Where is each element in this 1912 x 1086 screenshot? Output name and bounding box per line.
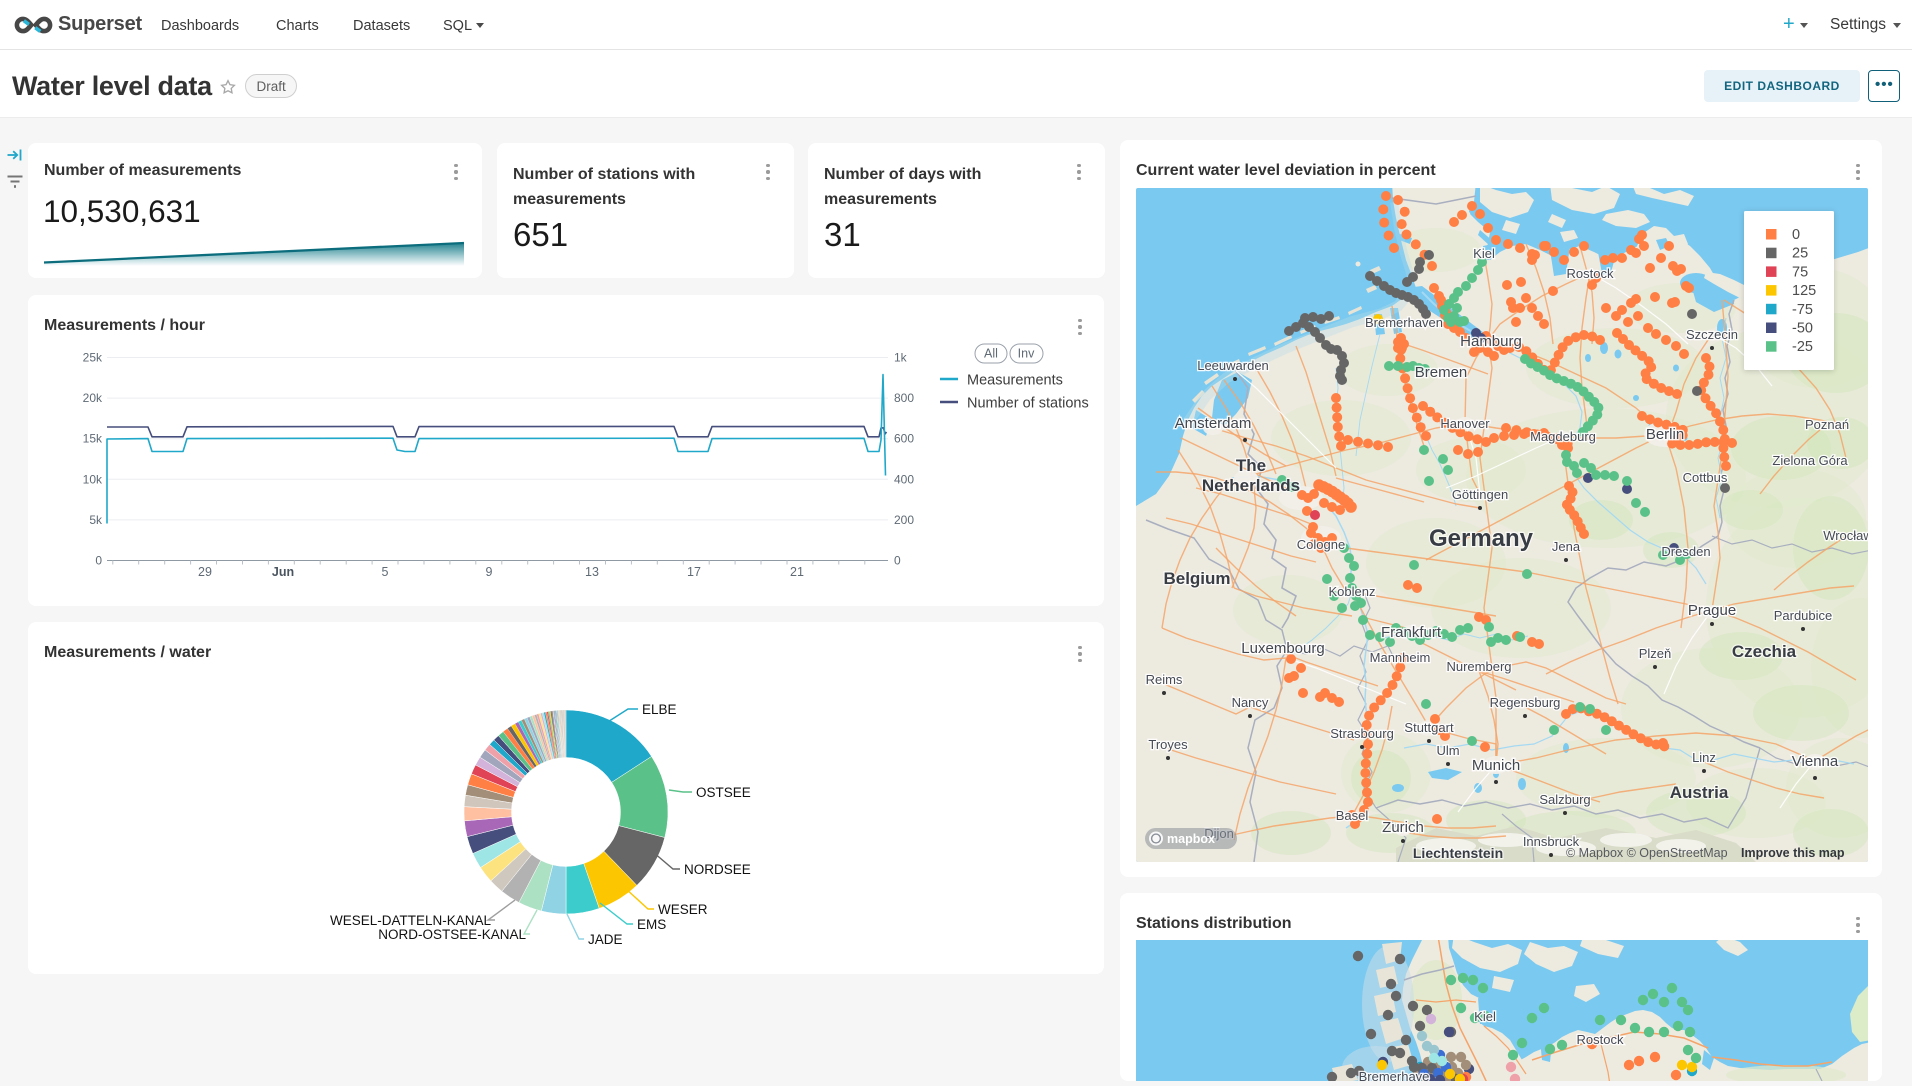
svg-text:WESEL-DATTELN-KANAL: WESEL-DATTELN-KANAL bbox=[330, 913, 492, 928]
svg-text:400: 400 bbox=[894, 472, 914, 486]
svg-text:mapbox: mapbox bbox=[1167, 832, 1215, 846]
svg-text:10k: 10k bbox=[83, 472, 103, 486]
svg-text:0: 0 bbox=[1792, 227, 1800, 243]
svg-text:Frankfurt: Frankfurt bbox=[1381, 624, 1442, 641]
svg-text:Measurements: Measurements bbox=[967, 373, 1063, 389]
svg-text:All: All bbox=[984, 347, 998, 361]
svg-text:Nancy: Nancy bbox=[1232, 695, 1269, 710]
svg-text:JADE: JADE bbox=[588, 932, 623, 947]
svg-text:13: 13 bbox=[585, 565, 599, 579]
svg-text:Belgium: Belgium bbox=[1163, 569, 1230, 588]
svg-text:Stuttgart: Stuttgart bbox=[1404, 720, 1454, 735]
svg-text:29: 29 bbox=[198, 565, 212, 579]
svg-text:Rostock: Rostock bbox=[1567, 266, 1614, 281]
svg-text:5: 5 bbox=[382, 565, 389, 579]
svg-text:Mannheim: Mannheim bbox=[1370, 650, 1431, 665]
svg-text:Bremerhave: Bremerhave bbox=[1359, 1069, 1430, 1081]
svg-text:Salzburg: Salzburg bbox=[1539, 792, 1590, 807]
svg-text:0: 0 bbox=[894, 554, 901, 568]
svg-text:800: 800 bbox=[894, 391, 914, 405]
svg-text:Jena: Jena bbox=[1552, 539, 1581, 554]
svg-text:Vienna: Vienna bbox=[1792, 753, 1839, 770]
svg-text:Poznań: Poznań bbox=[1805, 417, 1849, 432]
svg-text:Inv: Inv bbox=[1018, 347, 1035, 361]
svg-text:-25: -25 bbox=[1792, 339, 1813, 355]
svg-text:Regensburg: Regensburg bbox=[1490, 695, 1561, 710]
svg-text:1k: 1k bbox=[894, 351, 908, 365]
svg-text:125: 125 bbox=[1792, 283, 1816, 299]
svg-text:Zielona Góra: Zielona Góra bbox=[1772, 453, 1848, 468]
svg-text:OSTSEE: OSTSEE bbox=[696, 785, 751, 800]
svg-text:Troyes: Troyes bbox=[1148, 737, 1188, 752]
svg-text:75: 75 bbox=[1792, 264, 1808, 280]
svg-text:15k: 15k bbox=[83, 432, 103, 446]
svg-text:Berlin: Berlin bbox=[1646, 426, 1684, 443]
svg-text:Austria: Austria bbox=[1670, 783, 1729, 802]
svg-text:21: 21 bbox=[790, 565, 804, 579]
svg-text:Zurich: Zurich bbox=[1382, 819, 1424, 836]
svg-text:Amsterdam: Amsterdam bbox=[1175, 415, 1252, 432]
svg-text:5k: 5k bbox=[89, 513, 103, 527]
svg-text:Göttingen: Göttingen bbox=[1452, 487, 1508, 502]
svg-text:Czechia: Czechia bbox=[1732, 642, 1797, 661]
svg-text:Szczecin: Szczecin bbox=[1686, 327, 1738, 342]
svg-text:Magdeburg: Magdeburg bbox=[1530, 429, 1596, 444]
svg-text:Strasbourg: Strasbourg bbox=[1330, 726, 1394, 741]
svg-text:Linz: Linz bbox=[1692, 750, 1716, 765]
svg-text:Number of stations: Number of stations bbox=[967, 396, 1089, 412]
svg-text:ELBE: ELBE bbox=[642, 702, 677, 717]
svg-text:Jun: Jun bbox=[272, 565, 294, 579]
svg-text:0: 0 bbox=[95, 554, 102, 568]
svg-text:NORDSEE: NORDSEE bbox=[684, 862, 751, 877]
svg-text:WESER: WESER bbox=[658, 902, 708, 917]
svg-text:Wrocław: Wrocław bbox=[1823, 528, 1868, 543]
svg-text:17: 17 bbox=[687, 565, 701, 579]
svg-text:Kiel: Kiel bbox=[1473, 246, 1495, 261]
svg-text:Cologne: Cologne bbox=[1297, 537, 1345, 552]
svg-text:25k: 25k bbox=[83, 351, 103, 365]
svg-text:Bremen: Bremen bbox=[1415, 364, 1468, 381]
svg-text:Dresden: Dresden bbox=[1661, 544, 1710, 559]
svg-text:Improve this map: Improve this map bbox=[1741, 846, 1845, 860]
svg-text:Luxembourg: Luxembourg bbox=[1241, 640, 1324, 657]
svg-text:200: 200 bbox=[894, 513, 914, 527]
svg-text:© Mapbox © OpenStreetMap: © Mapbox © OpenStreetMap bbox=[1566, 846, 1728, 860]
svg-text:9: 9 bbox=[486, 565, 493, 579]
svg-text:Bremerhaven: Bremerhaven bbox=[1365, 315, 1443, 330]
svg-text:EMS: EMS bbox=[637, 917, 666, 932]
svg-text:Netherlands: Netherlands bbox=[1202, 476, 1300, 495]
svg-text:The: The bbox=[1236, 456, 1266, 475]
svg-text:600: 600 bbox=[894, 432, 914, 446]
svg-text:Koblenz: Koblenz bbox=[1329, 584, 1376, 599]
svg-text:Ulm: Ulm bbox=[1436, 743, 1459, 758]
svg-text:Pardubice: Pardubice bbox=[1774, 608, 1833, 623]
svg-text:Germany: Germany bbox=[1429, 525, 1534, 552]
svg-text:-75: -75 bbox=[1792, 302, 1813, 318]
svg-text:NORD-OSTSEE-KANAL: NORD-OSTSEE-KANAL bbox=[378, 927, 526, 942]
svg-text:Hamburg: Hamburg bbox=[1460, 333, 1522, 350]
svg-text:Plzeň: Plzeň bbox=[1639, 646, 1672, 661]
svg-text:-50: -50 bbox=[1792, 321, 1813, 337]
svg-text:Liechtenstein: Liechtenstein bbox=[1413, 845, 1503, 861]
svg-text:Kiel: Kiel bbox=[1474, 1009, 1496, 1024]
svg-text:Prague: Prague bbox=[1688, 602, 1736, 619]
svg-text:25: 25 bbox=[1792, 246, 1808, 262]
svg-text:Leeuwarden: Leeuwarden bbox=[1197, 358, 1269, 373]
svg-text:Nuremberg: Nuremberg bbox=[1446, 659, 1511, 674]
svg-text:Munich: Munich bbox=[1472, 757, 1520, 774]
svg-text:Hanover: Hanover bbox=[1440, 416, 1490, 431]
svg-text:Reims: Reims bbox=[1146, 672, 1183, 687]
svg-text:Basel: Basel bbox=[1336, 808, 1369, 823]
svg-text:Cottbus: Cottbus bbox=[1683, 470, 1728, 485]
svg-text:Rostock: Rostock bbox=[1577, 1032, 1624, 1047]
svg-text:20k: 20k bbox=[83, 391, 103, 405]
